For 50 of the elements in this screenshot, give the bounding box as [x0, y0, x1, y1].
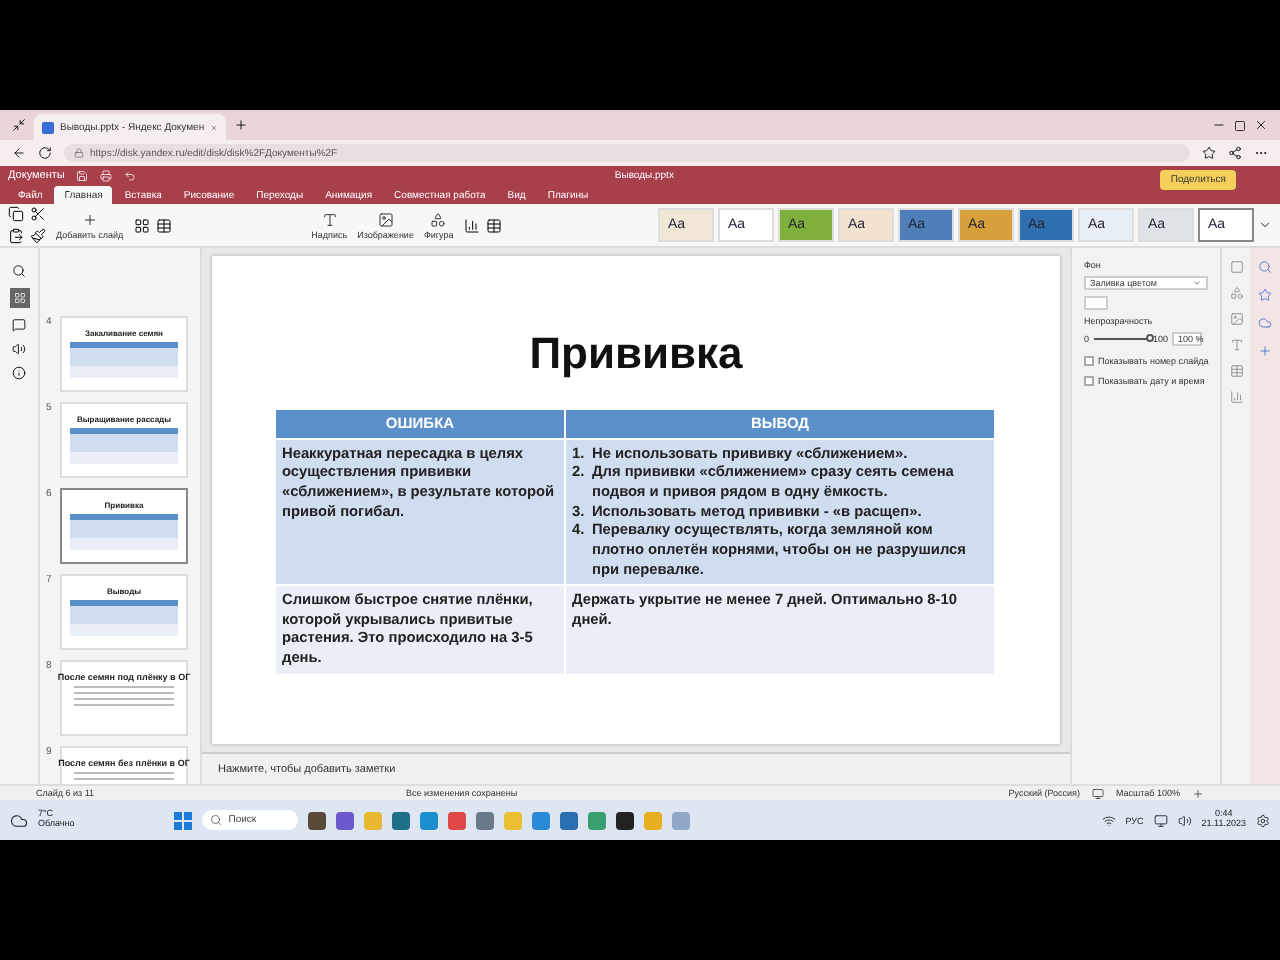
- layout-icon[interactable]: [133, 217, 150, 233]
- chevron-icon[interactable]: [1258, 218, 1272, 232]
- save-icon[interactable]: [76, 169, 89, 181]
- plus-icon: [81, 211, 98, 227]
- close-icon[interactable]: [1254, 118, 1268, 132]
- maximize-icon[interactable]: [1234, 119, 1246, 131]
- comments-icon[interactable]: [12, 318, 26, 332]
- undo-icon[interactable]: [124, 169, 137, 181]
- table-icon[interactable]: [155, 217, 172, 233]
- slides-panel-button[interactable]: [9, 288, 29, 308]
- network-icon[interactable]: [1101, 813, 1116, 827]
- chevron-icon: [1192, 278, 1202, 288]
- info-icon[interactable]: [12, 366, 26, 380]
- chart-settings-icon[interactable]: [1229, 390, 1243, 404]
- cloud-icon[interactable]: [1258, 316, 1272, 330]
- weather-icon: [10, 811, 28, 829]
- table-icon[interactable]: [485, 217, 502, 233]
- favorite-icon[interactable]: [1202, 146, 1216, 160]
- zoom-in-icon[interactable]: [1192, 787, 1204, 799]
- speaker-icon[interactable]: [12, 342, 26, 356]
- new-tab-icon[interactable]: [234, 118, 248, 132]
- checkbox[interactable]: [1084, 356, 1094, 366]
- lock-icon: [74, 148, 84, 158]
- print-icon[interactable]: [100, 169, 113, 181]
- copy-icon[interactable]: [8, 206, 24, 222]
- text-icon: [321, 211, 338, 227]
- reload-icon[interactable]: [38, 146, 52, 160]
- start-button[interactable]: [174, 811, 193, 829]
- shapes-icon: [430, 211, 447, 227]
- search-icon[interactable]: [12, 264, 26, 278]
- volume-icon[interactable]: [1177, 813, 1192, 827]
- checkbox[interactable]: [1084, 376, 1094, 386]
- chart-icon[interactable]: [463, 217, 480, 233]
- image-icon: [377, 211, 394, 227]
- color-swatch[interactable]: [1084, 296, 1108, 310]
- star-icon[interactable]: [1258, 288, 1272, 302]
- notifications-icon[interactable]: [1256, 813, 1270, 827]
- paste-icon[interactable]: [8, 228, 24, 244]
- display-icon[interactable]: [1153, 813, 1168, 827]
- back-icon[interactable]: [12, 146, 26, 160]
- shape-settings-icon[interactable]: [1229, 286, 1243, 300]
- table-settings-icon[interactable]: [1229, 364, 1243, 378]
- document-favicon-icon: [42, 121, 54, 133]
- slide-title: Прививка: [529, 328, 743, 380]
- search-icon: [210, 814, 223, 826]
- format-painter-icon[interactable]: [30, 228, 46, 244]
- cut-icon[interactable]: [30, 206, 46, 222]
- minimize-icon[interactable]: [1212, 118, 1226, 132]
- share-icon[interactable]: [1228, 146, 1242, 160]
- slides-icon: [13, 292, 25, 304]
